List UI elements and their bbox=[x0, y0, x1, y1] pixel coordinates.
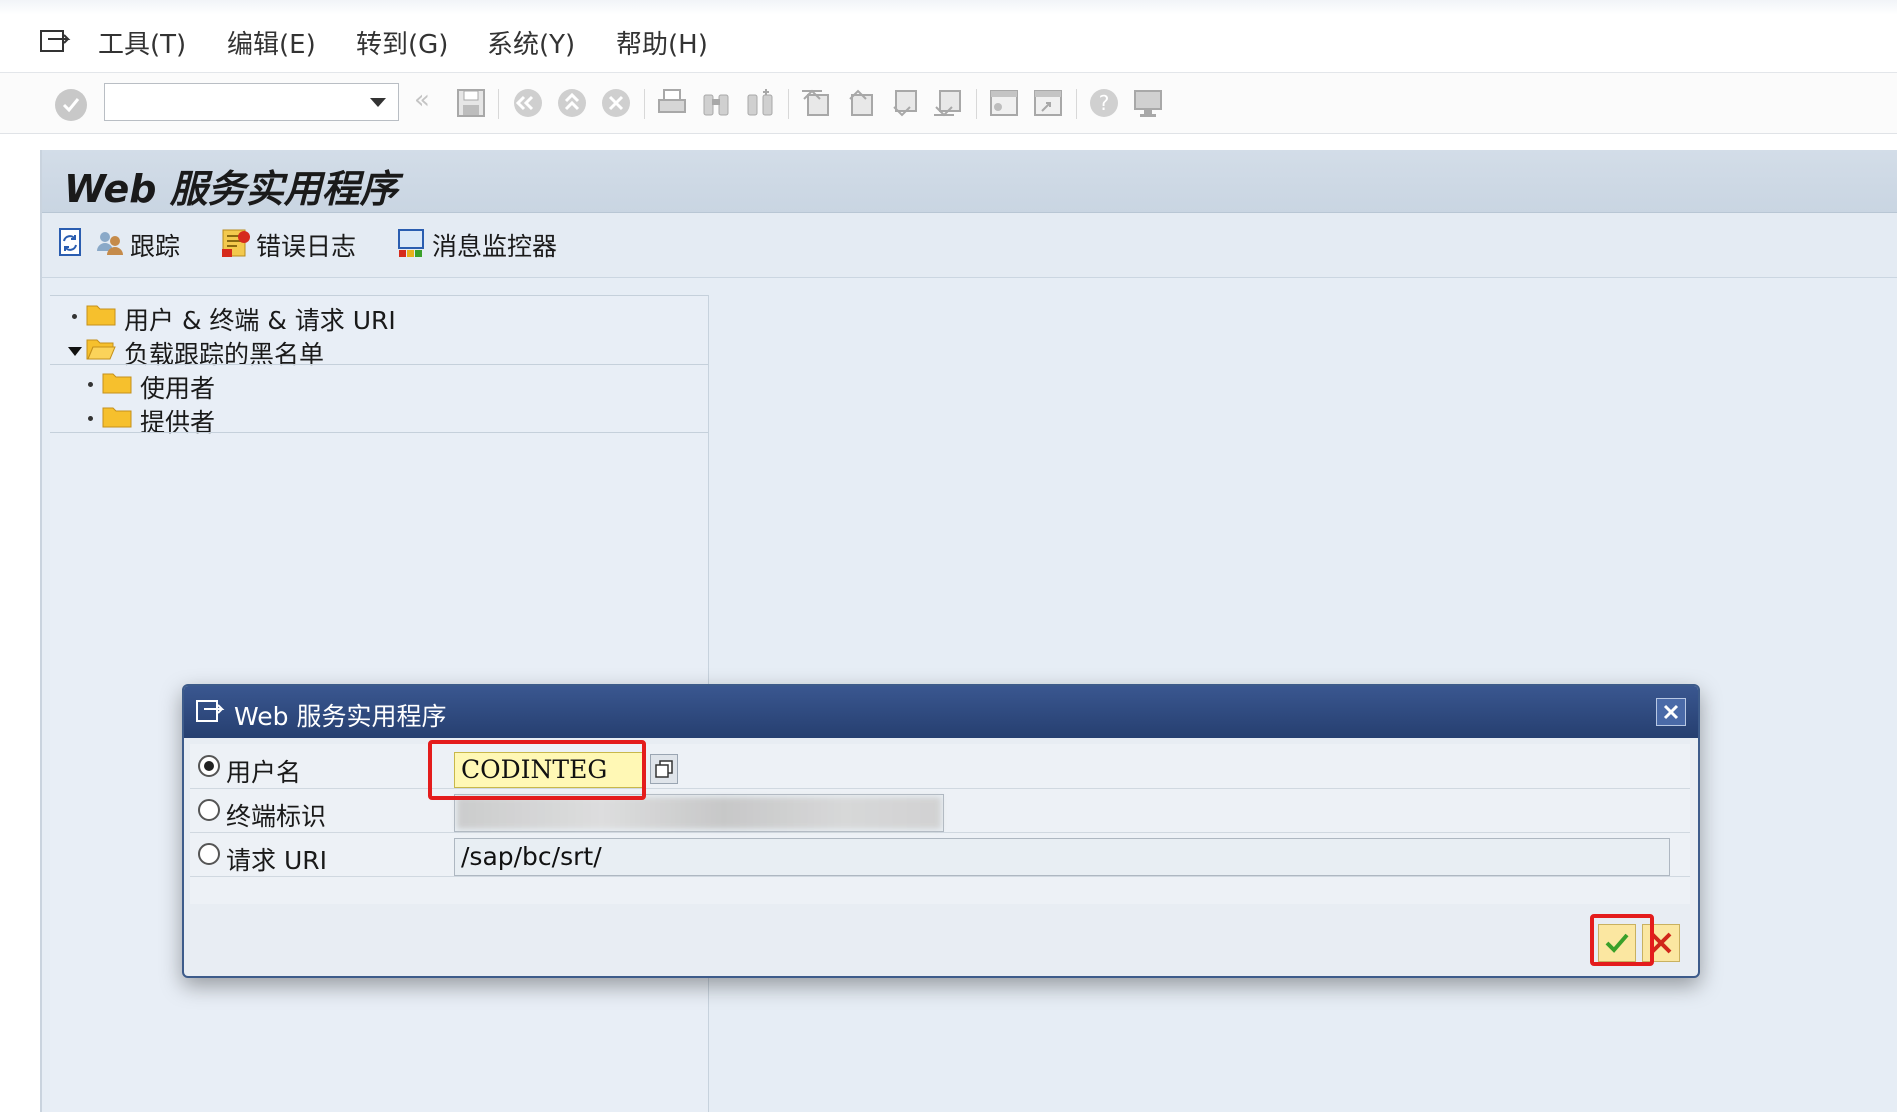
dialog-footer bbox=[184, 914, 1698, 974]
selection-dialog: Web 服务实用程序 用户名 CODINTEG 终端标识 请求 URI /sap… bbox=[182, 684, 1700, 978]
highlight-username-annotation bbox=[428, 740, 646, 800]
folder-icon bbox=[102, 373, 132, 394]
last-page-icon[interactable] bbox=[932, 87, 964, 119]
dialog-row-terminal: 终端标识 bbox=[190, 788, 1690, 833]
ok-icon[interactable] bbox=[55, 89, 87, 121]
tree-node-label: 提供者 bbox=[140, 408, 216, 437]
menu-bar: 工具(T) 编辑(E) 转到(G) 系统(Y) 帮助(H) bbox=[0, 0, 1897, 73]
toolbar-separator bbox=[976, 89, 977, 119]
tree-node-label: 负载跟踪的黑名单 bbox=[124, 340, 325, 369]
standard-toolbar: « ? bbox=[0, 73, 1897, 134]
layout-icon[interactable] bbox=[1132, 87, 1164, 119]
toolbar-separator bbox=[498, 89, 499, 119]
back-icon[interactable] bbox=[512, 87, 544, 119]
find-next-icon[interactable] bbox=[744, 87, 776, 119]
tree-divider bbox=[50, 295, 708, 296]
menu-help[interactable]: 帮助(H) bbox=[616, 24, 708, 61]
value-help-button[interactable] bbox=[650, 754, 678, 784]
toolbar-separator bbox=[1076, 89, 1077, 119]
application-toolbar: 跟踪 错误日志 消息监控器 bbox=[42, 213, 1897, 278]
shortcut-icon[interactable] bbox=[1032, 87, 1064, 119]
dialog-close-button[interactable] bbox=[1656, 698, 1686, 726]
save-icon[interactable] bbox=[455, 87, 487, 119]
menu-icon[interactable] bbox=[40, 28, 72, 54]
error-log-icon bbox=[222, 229, 250, 257]
tree-node-label: 用户 & 终端 & 请求 URI bbox=[124, 306, 396, 335]
dialog-title: Web 服务实用程序 bbox=[234, 702, 447, 731]
bullet-icon bbox=[72, 314, 77, 319]
next-page-icon[interactable] bbox=[888, 87, 920, 119]
exit-icon[interactable] bbox=[556, 87, 588, 119]
command-field[interactable] bbox=[104, 83, 399, 121]
terminal-label: 终端标识 bbox=[226, 802, 327, 831]
tree-divider bbox=[50, 364, 708, 365]
tree-node-user-terminal-uri[interactable]: 用户 & 终端 & 请求 URI bbox=[50, 299, 708, 335]
folder-icon bbox=[102, 407, 132, 428]
radio-username[interactable] bbox=[198, 755, 220, 777]
back-double-icon[interactable]: « bbox=[414, 85, 430, 115]
dialog-body: 用户名 CODINTEG 终端标识 请求 URI /sap/bc/srt/ bbox=[190, 744, 1690, 904]
dialog-row-username: 用户名 CODINTEG bbox=[190, 744, 1690, 789]
menu-goto[interactable]: 转到(G) bbox=[356, 24, 448, 61]
folder-icon bbox=[86, 305, 116, 326]
page-title: Web 服务实用程序 bbox=[64, 167, 398, 211]
folder-open-icon bbox=[86, 339, 116, 360]
dialog-menu-icon[interactable] bbox=[196, 698, 226, 724]
bullet-icon bbox=[88, 416, 93, 421]
menu-edit[interactable]: 编辑(E) bbox=[227, 24, 316, 61]
svg-text:?: ? bbox=[1099, 91, 1110, 115]
close-icon bbox=[1663, 704, 1679, 720]
message-monitor-label: 消息监控器 bbox=[432, 232, 558, 261]
error-log-label: 错误日志 bbox=[256, 232, 357, 261]
cancel-icon[interactable] bbox=[600, 87, 632, 119]
tree-node-provider[interactable]: 提供者 bbox=[50, 401, 708, 437]
value-help-icon bbox=[655, 760, 673, 778]
toolbar-separator bbox=[644, 89, 645, 119]
refresh-icon[interactable] bbox=[54, 227, 86, 259]
request-uri-label: 请求 URI bbox=[226, 846, 327, 875]
redacted-value bbox=[457, 797, 941, 829]
menu-system[interactable]: 系统(Y) bbox=[487, 24, 575, 61]
dialog-row-request-uri: 请求 URI /sap/bc/srt/ bbox=[190, 832, 1690, 877]
request-uri-input[interactable]: /sap/bc/srt/ bbox=[454, 838, 1670, 876]
first-page-icon[interactable] bbox=[800, 87, 832, 119]
username-label: 用户名 bbox=[226, 758, 302, 787]
toolbar-separator bbox=[788, 89, 789, 119]
message-monitor-icon bbox=[398, 229, 424, 257]
radio-request-uri[interactable] bbox=[198, 843, 220, 865]
tree-node-consumer[interactable]: 使用者 bbox=[50, 367, 708, 403]
tree-node-blacklist[interactable]: 负载跟踪的黑名单 bbox=[50, 333, 708, 369]
bullet-icon bbox=[88, 382, 93, 387]
print-icon[interactable] bbox=[656, 87, 688, 119]
highlight-confirm-annotation bbox=[1590, 914, 1654, 966]
tree-node-label: 使用者 bbox=[140, 374, 216, 403]
radio-terminal[interactable] bbox=[198, 799, 220, 821]
help-icon[interactable]: ? bbox=[1088, 87, 1120, 119]
chevron-down-icon[interactable] bbox=[370, 98, 386, 107]
menu-tools[interactable]: 工具(T) bbox=[98, 24, 186, 61]
title-bar: Web 服务实用程序 bbox=[42, 150, 1897, 213]
previous-page-icon[interactable] bbox=[844, 87, 876, 119]
find-icon[interactable] bbox=[700, 87, 732, 119]
create-session-icon[interactable] bbox=[988, 87, 1020, 119]
users-icon bbox=[97, 232, 123, 255]
trace-label: 跟踪 bbox=[130, 232, 181, 261]
tree-divider bbox=[50, 432, 708, 433]
expanded-triangle-icon[interactable] bbox=[68, 347, 82, 356]
dialog-header: Web 服务实用程序 bbox=[184, 686, 1698, 738]
